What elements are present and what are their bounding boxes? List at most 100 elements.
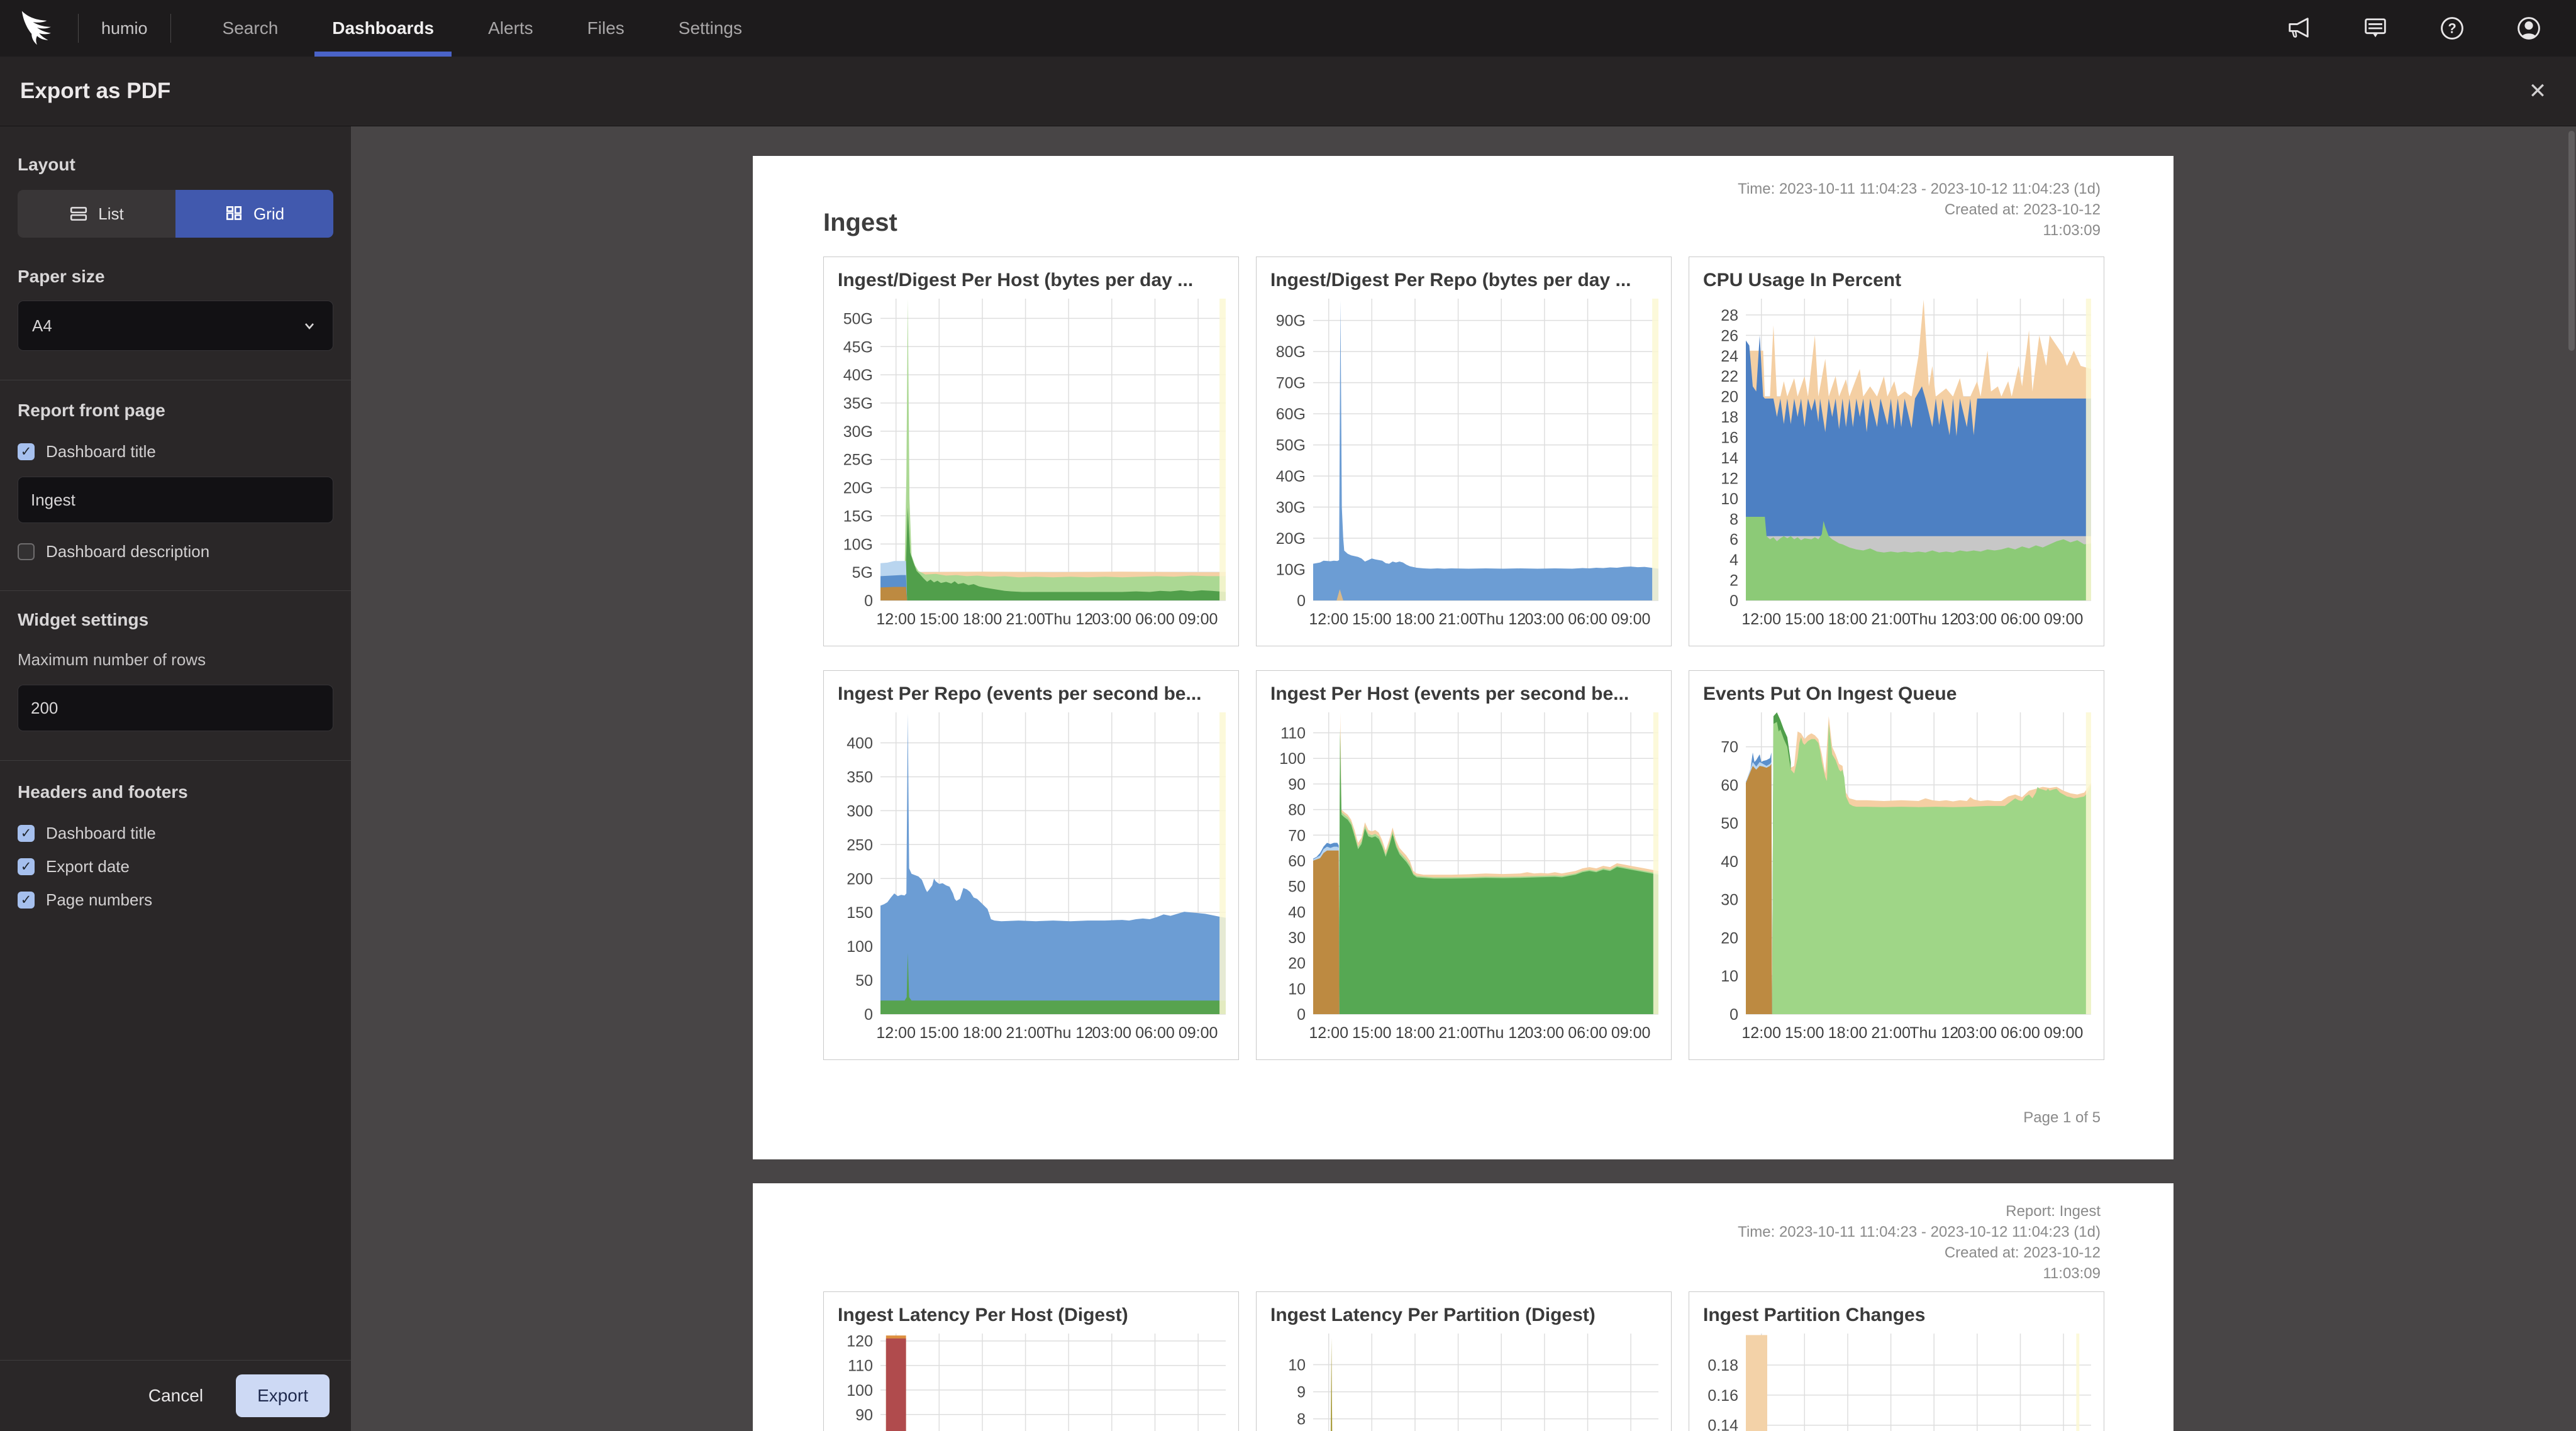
svg-text:20G: 20G [1276,530,1306,548]
svg-text:30G: 30G [843,423,873,441]
svg-text:03:00: 03:00 [1525,1024,1565,1042]
pdf-page-2: Report: Ingest Time: 2023-10-11 11:04:23… [753,1183,2174,1431]
dashboard-title-checkbox-label: Dashboard title [46,442,156,461]
svg-text:12:00: 12:00 [1309,611,1348,628]
svg-text:60: 60 [1288,853,1306,870]
svg-text:09:00: 09:00 [1611,1024,1651,1042]
svg-text:Thu 12: Thu 12 [1909,611,1958,628]
checkbox-checked-icon[interactable] [18,858,35,875]
svg-text:200: 200 [847,870,873,888]
scrollbar-thumb[interactable] [2568,131,2575,351]
svg-text:Thu 12: Thu 12 [1477,611,1526,628]
layout-grid-label: Grid [253,204,284,224]
svg-text:26: 26 [1721,327,1738,345]
svg-text:15:00: 15:00 [1352,1024,1392,1042]
hf-export-date-label: Export date [46,857,130,876]
svg-text:21:00: 21:00 [1871,611,1911,628]
svg-text:10: 10 [1288,1357,1306,1374]
chart-title: Ingest Per Host (events per second be... [1257,671,1671,707]
svg-text:20G: 20G [843,480,873,497]
hf-dashboard-title-checkbox-row[interactable]: Dashboard title [18,824,333,843]
dashboard-title-input[interactable] [18,477,333,523]
close-icon[interactable]: ✕ [2522,79,2553,104]
svg-text:18:00: 18:00 [1828,1024,1868,1042]
charts-grid-page1: Ingest/Digest Per Host (bytes per day ..… [823,257,2104,1060]
max-rows-input[interactable] [18,685,333,731]
nav-item-dashboards[interactable]: Dashboards [328,0,438,57]
chart-title: Ingest/Digest Per Host (bytes per day ..… [824,257,1238,294]
pdf-page-1: Time: 2023-10-11 11:04:23 - 2023-10-12 1… [753,156,2174,1159]
layout-list-button[interactable]: List [18,190,175,238]
svg-text:250: 250 [847,836,873,854]
brand-name[interactable]: humio [101,19,148,38]
svg-text:45G: 45G [843,338,873,356]
dashboard-description-checkbox-row[interactable]: Dashboard description [18,542,333,561]
crowdstrike-falcon-logo[interactable] [16,9,58,48]
svg-text:4: 4 [1729,551,1738,569]
svg-text:20: 20 [1721,930,1738,948]
panel-title: Export as PDF [20,79,170,104]
layout-grid-button[interactable]: Grid [175,190,333,238]
hf-dashboard-title-label: Dashboard title [46,824,156,843]
svg-text:8: 8 [1297,1411,1306,1428]
hf-page-numbers-checkbox-row[interactable]: Page numbers [18,890,333,910]
svg-text:0: 0 [1729,592,1738,610]
svg-text:03:00: 03:00 [1092,611,1132,628]
chart-title: Ingest/Digest Per Repo (bytes per day ..… [1257,257,1671,294]
nav-item-search[interactable]: Search [219,0,282,57]
chart-card: Ingest Per Repo (events per second be...… [823,670,1239,1060]
report-name-text: Report: Ingest [1738,1201,2101,1222]
created-at-text: Created at: 2023-10-12 [1738,199,2101,220]
paper-size-value: A4 [32,316,300,336]
svg-text:100: 100 [847,1382,873,1400]
export-button[interactable]: Export [236,1374,330,1417]
svg-text:0: 0 [1297,1006,1306,1024]
chart-card: Ingest Per Host (events per second be...… [1256,670,1672,1060]
svg-text:30: 30 [1721,892,1738,909]
nav-item-files[interactable]: Files [584,0,628,57]
page-number: Page 1 of 5 [2023,1109,2101,1127]
user-avatar-icon[interactable] [2514,14,2543,43]
svg-text:15:00: 15:00 [1785,611,1824,628]
svg-text:12:00: 12:00 [1309,1024,1348,1042]
svg-text:10: 10 [1288,980,1306,998]
svg-text:40: 40 [1288,903,1306,921]
svg-text:21:00: 21:00 [1006,611,1045,628]
svg-text:15:00: 15:00 [919,1024,959,1042]
help-icon[interactable]: ? [2438,14,2467,43]
charts-grid-page2: Ingest Latency Per Host (Digest) 8090100… [823,1291,2104,1431]
time-range-text: Time: 2023-10-11 11:04:23 - 2023-10-12 1… [1738,179,2101,199]
svg-text:18:00: 18:00 [963,1024,1002,1042]
section-divider [0,590,351,591]
svg-text:350: 350 [847,769,873,787]
page1-meta: Time: 2023-10-11 11:04:23 - 2023-10-12 1… [1738,179,2101,241]
megaphone-icon[interactable] [2284,14,2313,43]
svg-text:20: 20 [1721,389,1738,406]
hf-export-date-checkbox-row[interactable]: Export date [18,857,333,876]
time-range-text: Time: 2023-10-11 11:04:23 - 2023-10-12 1… [1738,1222,2101,1242]
layout-list-label: List [98,204,123,224]
feedback-chat-icon[interactable] [2361,14,2390,43]
checkbox-unchecked-icon[interactable] [18,543,35,560]
svg-text:30: 30 [1288,929,1306,947]
cancel-button[interactable]: Cancel [145,1385,207,1406]
checkbox-checked-icon[interactable] [18,825,35,842]
svg-text:16: 16 [1721,429,1738,447]
nav-item-settings[interactable]: Settings [675,0,746,57]
svg-text:90: 90 [1288,776,1306,793]
svg-text:21:00: 21:00 [1438,611,1478,628]
chart-ingest-digest-per-repo: 010G20G30G40G50G60G70G80G90G12:0015:0018… [1259,294,1668,632]
svg-text:Thu 12: Thu 12 [1044,611,1093,628]
dashboard-title-checkbox-row[interactable]: Dashboard title [18,442,333,461]
checkbox-checked-icon[interactable] [18,892,35,909]
chart-title: Ingest Partition Changes [1689,1292,2104,1329]
paper-size-select[interactable]: A4 [18,301,333,351]
pdf-preview-area[interactable]: Time: 2023-10-11 11:04:23 - 2023-10-12 1… [351,126,2576,1431]
svg-text:21:00: 21:00 [1871,1024,1911,1042]
svg-text:06:00: 06:00 [2001,1024,2040,1042]
nav-item-alerts[interactable]: Alerts [484,0,537,57]
svg-text:20: 20 [1288,955,1306,973]
widget-settings-section-title: Widget settings [18,610,333,630]
svg-text:60G: 60G [1276,406,1306,423]
checkbox-checked-icon[interactable] [18,443,35,460]
